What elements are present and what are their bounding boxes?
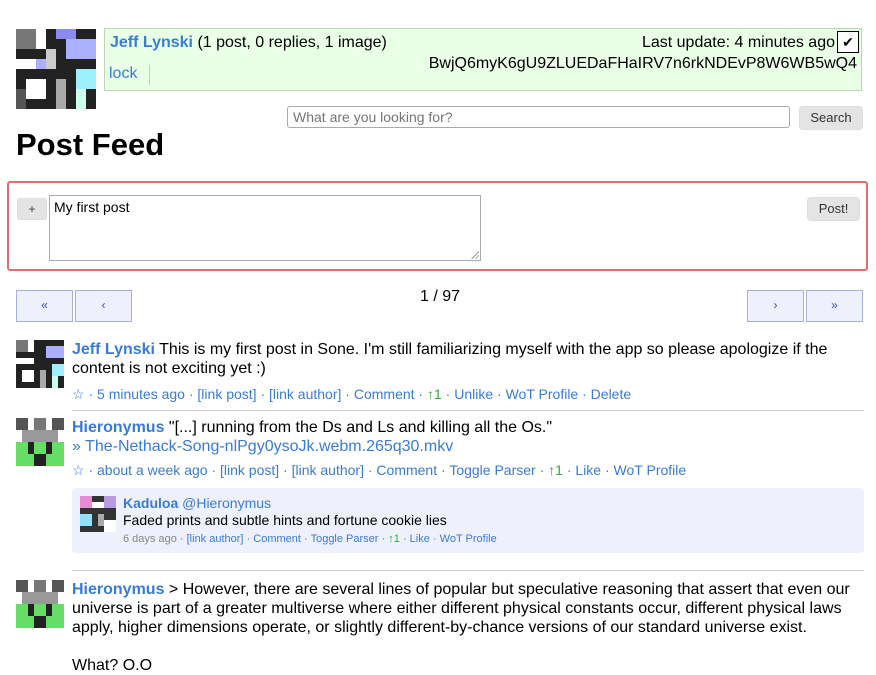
like-count: ↑1: [548, 462, 563, 478]
link-author[interactable]: [link author]: [292, 462, 364, 478]
like-link[interactable]: Like: [575, 462, 601, 478]
mention-link[interactable]: @Hieronymus: [182, 495, 271, 511]
add-image-button[interactable]: +: [17, 198, 47, 220]
wot-profile-link[interactable]: WoT Profile: [440, 533, 497, 545]
post-text-second: What? O.O: [72, 657, 153, 674]
bookmark-star-icon[interactable]: ☆: [72, 386, 85, 402]
comment-link[interactable]: Comment: [376, 462, 437, 478]
prev-page-button[interactable]: ‹: [75, 290, 132, 322]
last-page-button[interactable]: »: [806, 290, 863, 322]
post-body: Jeff Lynski This is my first post in Son…: [72, 340, 864, 404]
toggle-parser-link[interactable]: Toggle Parser: [449, 462, 535, 478]
reply-avatar[interactable]: [80, 496, 116, 532]
author-avatar[interactable]: [16, 418, 64, 466]
link-author[interactable]: [link author]: [269, 386, 341, 402]
page-indicator: 1 / 97: [419, 288, 461, 305]
wot-profile-link[interactable]: WoT Profile: [614, 462, 687, 478]
next-page-button[interactable]: ›: [747, 290, 804, 322]
like-count: ↑1: [426, 386, 442, 402]
reply-meta: 6 days ago · [link author] · Comment · T…: [123, 533, 497, 545]
post-text-input[interactable]: My first post: [49, 195, 481, 261]
search-button[interactable]: Search: [799, 106, 863, 130]
toggle-parser-link[interactable]: Toggle Parser: [311, 533, 379, 545]
lock-link[interactable]: lock: [109, 65, 151, 85]
post-text: "[...] running from the Ds and Ls and ki…: [164, 419, 553, 436]
link-author[interactable]: [link author]: [187, 533, 244, 545]
search-input[interactable]: [287, 106, 790, 128]
comment-link[interactable]: Comment: [354, 386, 415, 402]
reply-mention: @Hieronymus: [182, 495, 271, 511]
post-divider: [72, 410, 864, 411]
delete-link[interactable]: Delete: [591, 386, 631, 402]
reply-time: 6 days ago: [123, 533, 177, 545]
post-text: This is my first post in Sone. I'm still…: [72, 341, 828, 377]
sone-key: BwjQ6myK6gU9ZLUEDaFHaIRV7n6rkNDEvP8W6WB5…: [428, 55, 857, 72]
reply-item: Kaduloa @Hieronymus Faded prints and sub…: [72, 488, 864, 553]
post-button[interactable]: Post!: [807, 197, 860, 221]
reply-author[interactable]: Kaduloa: [123, 495, 178, 511]
check-icon[interactable]: ✔: [837, 31, 859, 53]
sone-name-line: Jeff Lynski (1 post, 0 replies, 1 image): [110, 34, 387, 52]
sone-stats: (1 post, 0 replies, 1 image): [197, 34, 387, 51]
comment-link[interactable]: Comment: [253, 533, 301, 545]
post-text: > However, there are several lines of po…: [72, 581, 850, 636]
link-post[interactable]: [link post]: [220, 462, 279, 478]
post-author[interactable]: Jeff Lynski: [72, 341, 155, 358]
like-count: ↑1: [388, 533, 400, 545]
post-divider: [72, 570, 864, 571]
post-body: Hieronymus "[...] running from the Ds an…: [72, 418, 864, 480]
author-avatar[interactable]: [16, 580, 64, 628]
author-avatar[interactable]: [16, 340, 64, 388]
link-post[interactable]: [link post]: [197, 386, 256, 402]
bookmark-star-icon[interactable]: ☆: [72, 462, 85, 478]
page-title: Post Feed: [16, 127, 165, 162]
sone-info-box: Jeff Lynski (1 post, 0 replies, 1 image)…: [104, 28, 862, 91]
first-page-button[interactable]: «: [16, 290, 73, 322]
post-text-value: My first post: [54, 199, 130, 215]
post-author[interactable]: Hieronymus: [72, 419, 164, 436]
reply-body: Kaduloa @Hieronymus Faded prints and sub…: [123, 495, 497, 548]
last-update: Last update: 4 minutes ago: [641, 34, 835, 51]
unlike-link[interactable]: Unlike: [454, 386, 493, 402]
reply-text: Faded prints and subtle hints and fortun…: [123, 512, 447, 528]
resize-grip-icon[interactable]: [470, 250, 479, 259]
wot-profile-link[interactable]: WoT Profile: [506, 386, 579, 402]
attachment-link[interactable]: » The-Nethack-Song-nlPgy0ysoJk.webm.265q…: [72, 437, 864, 456]
post-meta: ☆ · 5 minutes ago · [link post] · [link …: [72, 386, 632, 402]
post-time[interactable]: 5 minutes ago: [97, 386, 185, 402]
user-avatar[interactable]: [16, 29, 96, 109]
post-body: Hieronymus > However, there are several …: [72, 580, 864, 675]
sone-name[interactable]: Jeff Lynski: [110, 34, 193, 51]
like-link[interactable]: Like: [410, 533, 430, 545]
post-time[interactable]: about a week ago: [97, 462, 208, 478]
post-author[interactable]: Hieronymus: [72, 581, 164, 598]
post-meta: ☆ · about a week ago · [link post] · [li…: [72, 462, 687, 478]
post-composer: + My first post Post!: [7, 181, 868, 271]
